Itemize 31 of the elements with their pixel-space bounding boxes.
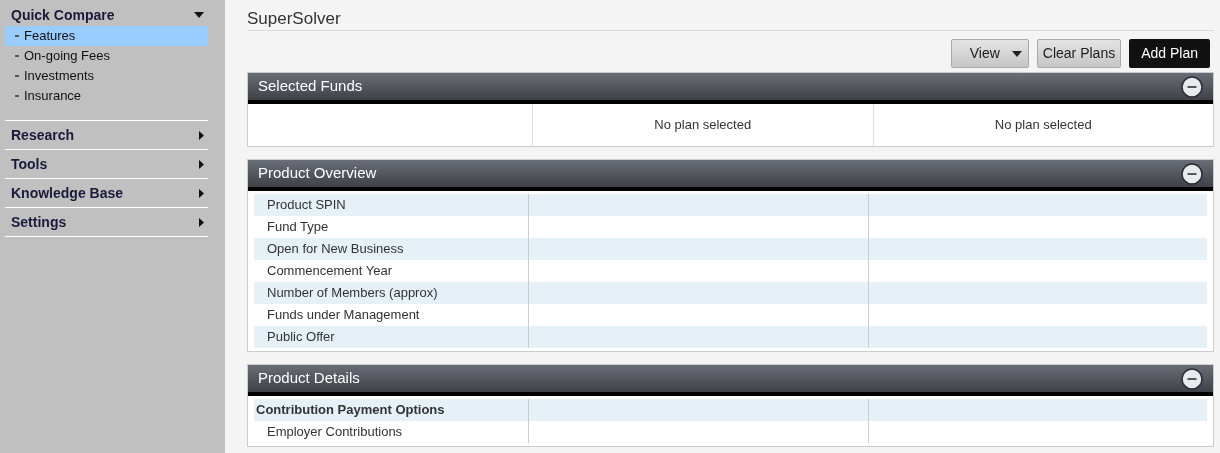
- caret-right-icon: [199, 159, 204, 169]
- row-label: Employer Contributions: [254, 421, 529, 443]
- collapse-icon[interactable]: [1181, 162, 1203, 185]
- nav-group[interactable]: Research: [5, 125, 208, 145]
- row-label: Public Offer: [254, 326, 529, 348]
- nav-item[interactable]: On-going Fees: [5, 46, 208, 66]
- nav-group[interactable]: Quick Compare: [5, 5, 208, 25]
- section-title: Selected Funds: [258, 76, 363, 97]
- nav-group[interactable]: Knowledge Base: [5, 183, 208, 203]
- caret-right-icon: [199, 188, 204, 198]
- nav-item[interactable]: Features: [5, 26, 208, 46]
- add-plan-button[interactable]: Add Plan: [1129, 39, 1210, 68]
- section-title: Product Details: [258, 368, 360, 389]
- collapse-icon[interactable]: [1181, 367, 1203, 390]
- view-dropdown[interactable]: View: [950, 39, 1029, 68]
- nav-item[interactable]: Investments: [5, 66, 208, 86]
- dash-icon: [15, 35, 19, 37]
- dash-icon: [15, 55, 19, 57]
- caret-right-icon: [199, 217, 204, 227]
- caret-down-icon: [194, 12, 204, 18]
- nav-group[interactable]: Tools: [5, 154, 208, 174]
- dash-icon: [15, 95, 19, 97]
- collapse-icon[interactable]: [1181, 75, 1203, 98]
- caret-right-icon: [199, 130, 204, 140]
- section-title: Product Overview: [258, 163, 377, 184]
- clear-plans-button[interactable]: Clear Plans: [1036, 39, 1122, 68]
- nav-group[interactable]: Settings: [5, 212, 208, 232]
- dash-icon: [15, 75, 19, 77]
- nav-item[interactable]: Insurance: [5, 86, 208, 106]
- page-title: SuperSolver: [247, 0, 1214, 31]
- caret-down-icon: [1011, 50, 1022, 57]
